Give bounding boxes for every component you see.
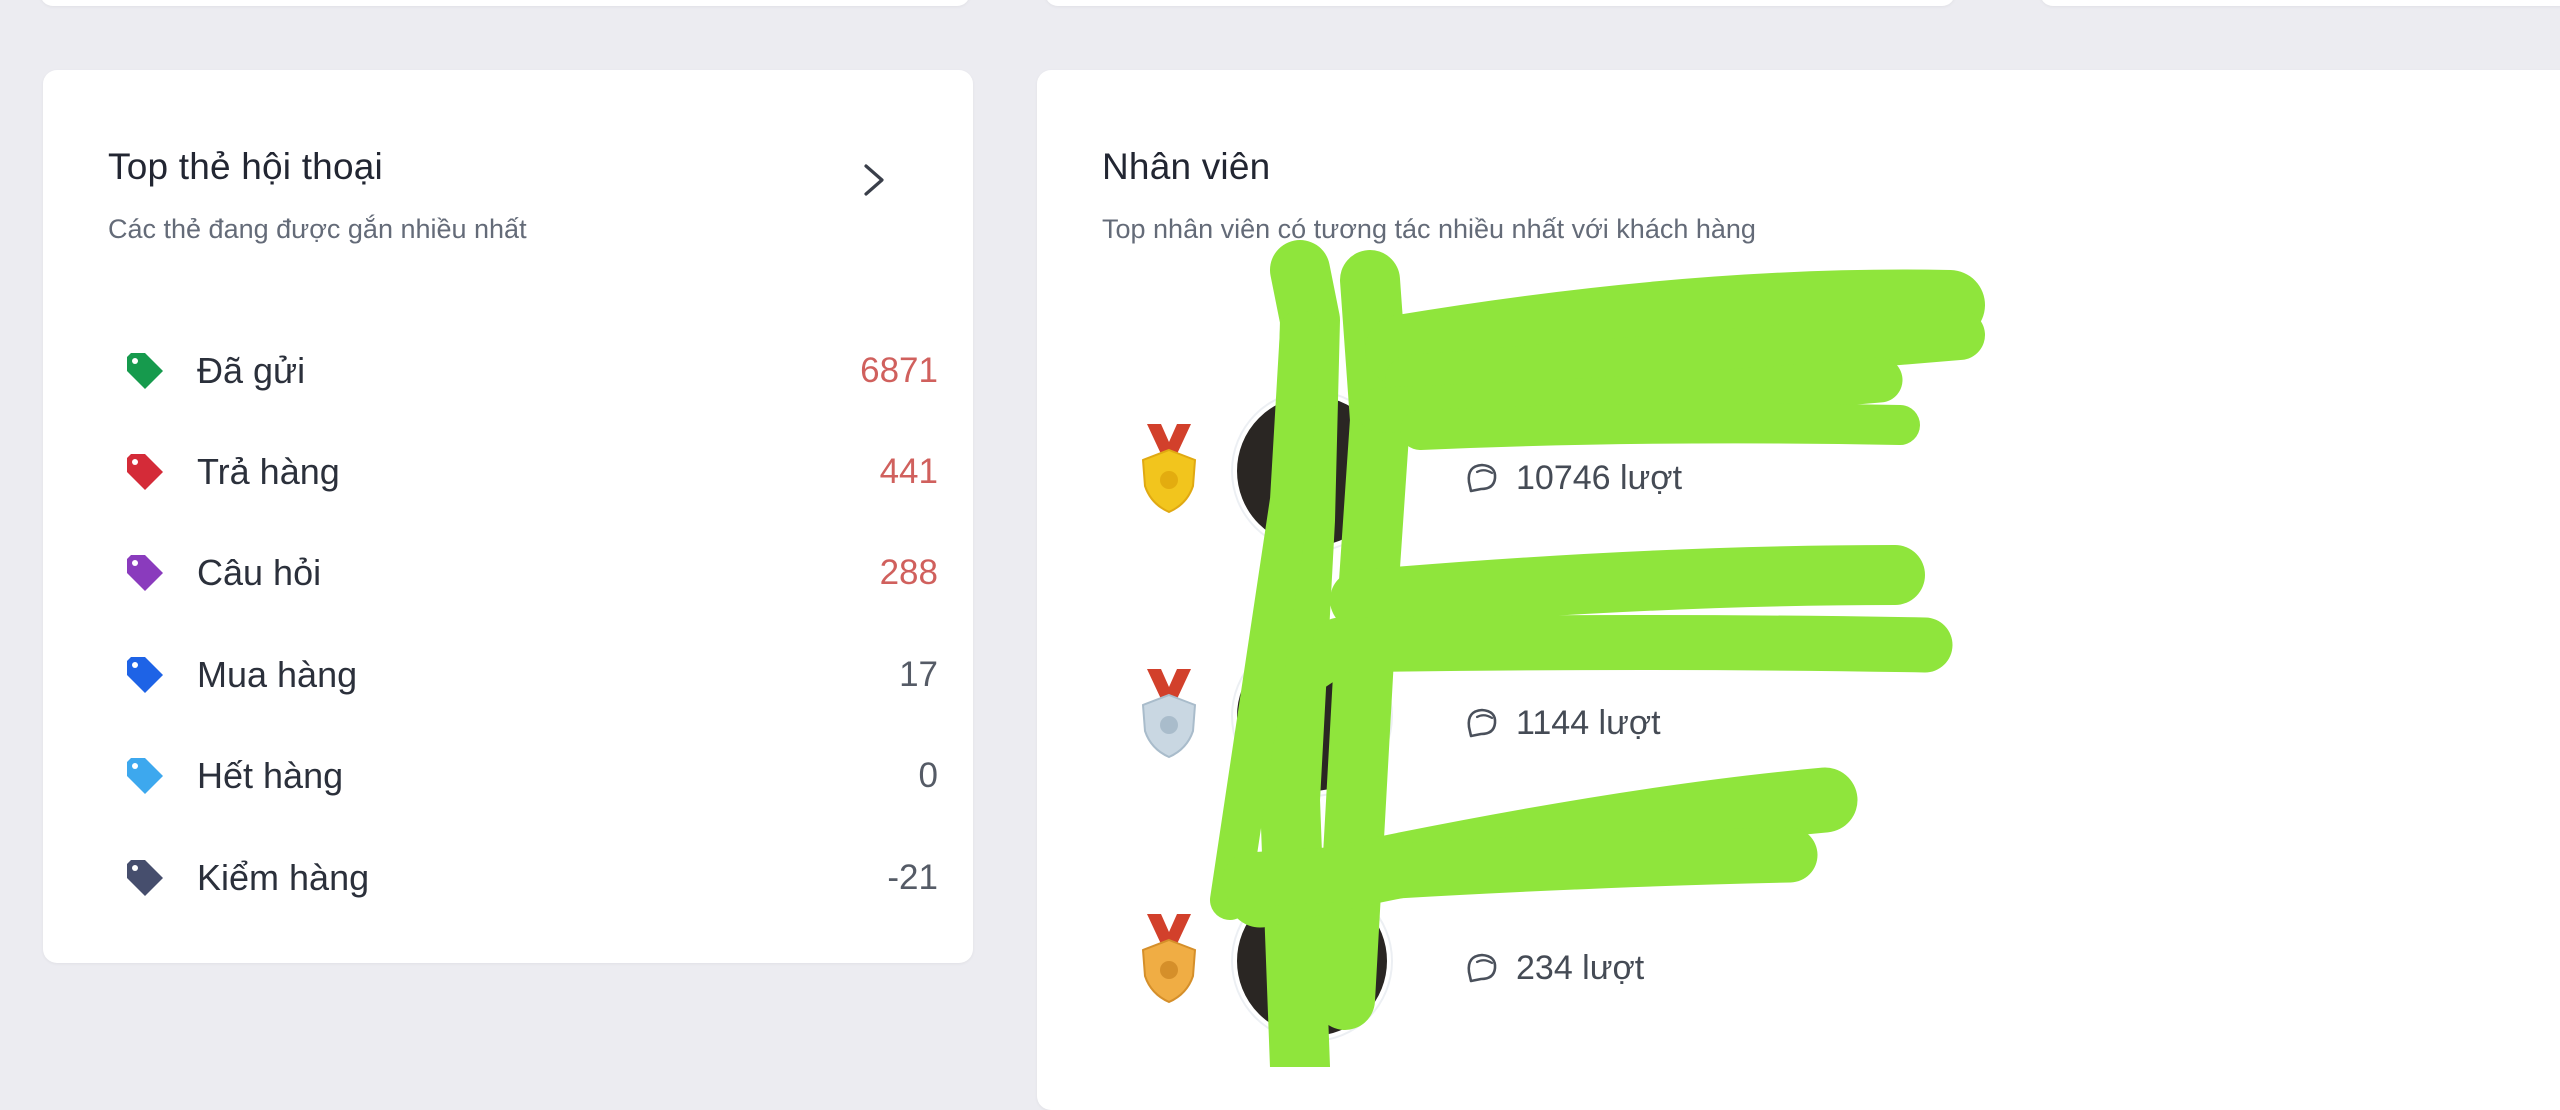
tag-icon xyxy=(127,555,163,592)
tag-count: 0 xyxy=(918,756,938,796)
staff-interactions: 234 lượt xyxy=(1462,948,1644,988)
staff-interactions: 10746 lượt xyxy=(1462,458,1682,498)
tag-icon xyxy=(127,454,163,491)
staff-panel: Nhân viên Top nhân viên có tương tác nhi… xyxy=(1037,70,2560,1110)
tag-label: Đã gửi xyxy=(197,349,306,391)
tag-icon xyxy=(127,352,163,389)
tag-label: Câu hỏi xyxy=(197,552,322,594)
chevron-right-icon[interactable] xyxy=(843,150,903,210)
tag-count: 441 xyxy=(879,452,938,492)
tags-panel-title: Top thẻ hội thoại xyxy=(108,146,383,187)
avatar[interactable] xyxy=(1233,392,1391,550)
tag-row[interactable]: Đã gửi 6871 xyxy=(123,320,938,421)
gold-medal-icon xyxy=(1141,424,1197,514)
chat-icon xyxy=(1467,708,1497,738)
tag-icon xyxy=(127,656,163,693)
tag-label: Trả hàng xyxy=(197,451,340,493)
staff-interaction-count: 234 lượt xyxy=(1516,948,1645,987)
tags-panel-subtitle: Các thẻ đang được gắn nhiều nhất xyxy=(108,214,527,244)
staff-name xyxy=(1457,898,1877,934)
tag-label: Hết hàng xyxy=(197,755,344,797)
tag-count: 288 xyxy=(879,553,938,593)
avatar[interactable] xyxy=(1233,637,1391,795)
tag-row[interactable]: Hết hàng 0 xyxy=(123,726,938,827)
tag-row[interactable]: Mua hàng 17 xyxy=(123,624,938,725)
staff-interaction-count: 1144 lượt xyxy=(1516,703,1661,742)
chat-icon xyxy=(1467,953,1497,983)
tag-row[interactable]: Kiểm hàng -21 xyxy=(123,827,938,928)
top-card-right xyxy=(2040,0,2560,6)
tag-label: Mua hàng xyxy=(197,653,358,695)
tag-row[interactable]: Câu hỏi 288 xyxy=(123,523,938,624)
tag-count: 6871 xyxy=(860,350,938,390)
tag-row[interactable]: Trả hàng 441 xyxy=(123,421,938,522)
silver-medal-icon xyxy=(1141,669,1197,759)
tag-icon xyxy=(127,859,163,896)
staff-row[interactable]: 234 lượt xyxy=(1037,860,1937,1040)
top-card-left xyxy=(40,0,970,6)
tag-icon xyxy=(127,758,163,795)
staff-interactions: 1144 lượt xyxy=(1462,703,1661,743)
tag-count: -21 xyxy=(887,857,938,897)
tag-list: Đã gửi 6871 Trả hàng 441 Câu hỏi 288 Mua… xyxy=(123,320,938,928)
avatar[interactable] xyxy=(1233,882,1391,1040)
top-tags-panel: Top thẻ hội thoại Các thẻ đang được gắn … xyxy=(43,70,973,963)
staff-name xyxy=(1457,408,1877,444)
staff-interaction-count: 10746 lượt xyxy=(1516,458,1683,497)
staff-panel-title: Nhân viên xyxy=(1102,146,1271,187)
staff-row[interactable]: 10746 lượt xyxy=(1037,370,1937,550)
staff-panel-subtitle: Top nhân viên có tương tác nhiều nhất vớ… xyxy=(1102,214,1756,244)
chat-icon xyxy=(1467,463,1497,493)
staff-name xyxy=(1457,653,1877,689)
tag-label: Kiểm hàng xyxy=(197,856,370,898)
top-card-middle xyxy=(1045,0,1955,6)
tag-count: 17 xyxy=(899,654,938,694)
staff-row[interactable]: 1144 lượt xyxy=(1037,615,1937,795)
bronze-medal-icon xyxy=(1141,914,1197,1004)
